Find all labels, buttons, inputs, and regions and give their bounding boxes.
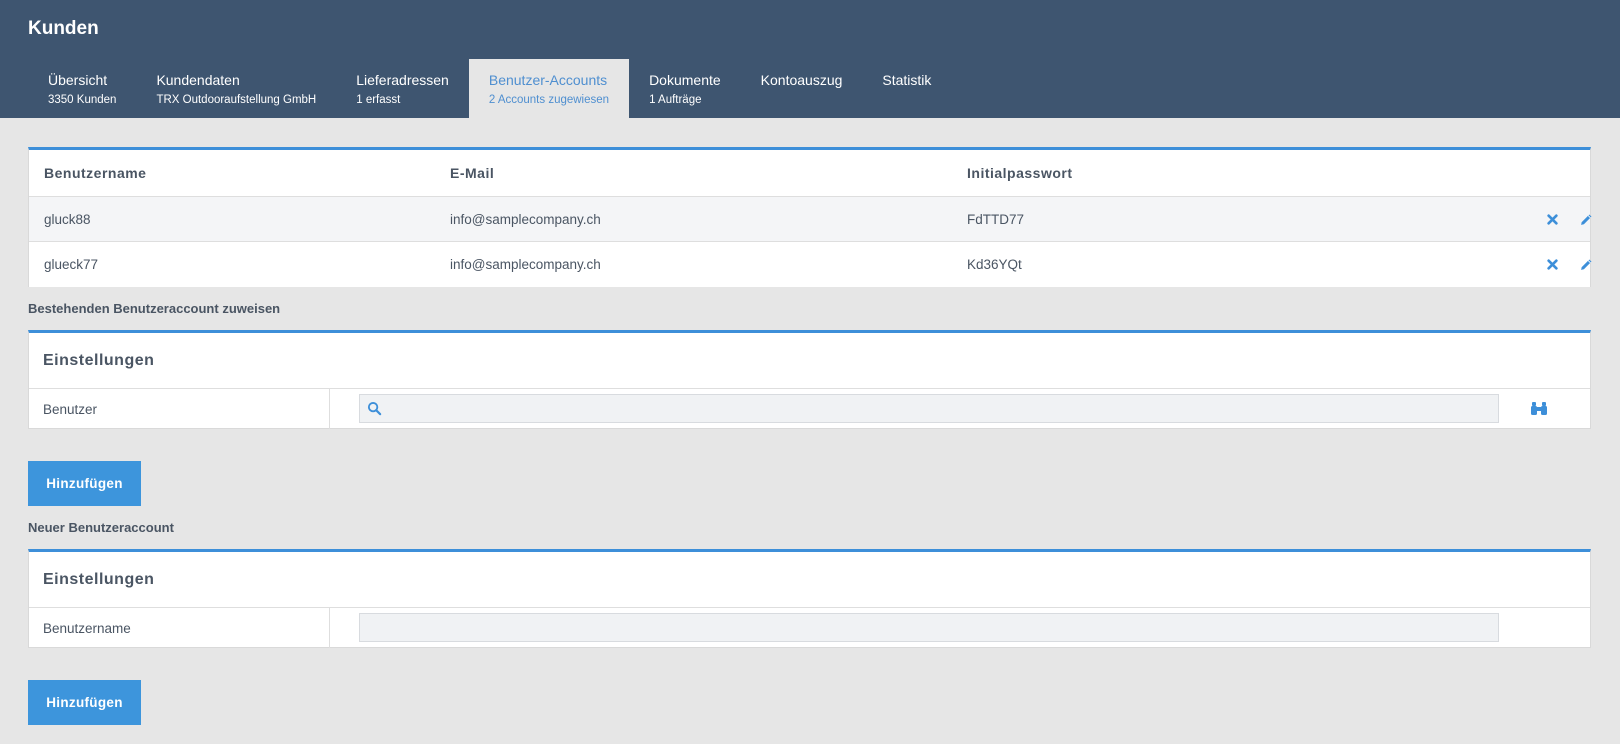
tab-label: Dokumente bbox=[649, 72, 721, 88]
binoculars-icon[interactable] bbox=[1530, 399, 1550, 419]
panel-title: Einstellungen bbox=[29, 333, 1590, 389]
tab-sublabel: TRX Outdooraufstellung GmbH bbox=[156, 94, 317, 106]
tab-label: Statistik bbox=[882, 72, 932, 88]
table-row[interactable]: gluck88 info@samplecompany.ch FdTTD77 bbox=[29, 197, 1591, 242]
page-header: Kunden Übersicht 3350 Kunden Kundendaten… bbox=[0, 0, 1620, 118]
tab-sublabel: 1 Aufträge bbox=[649, 94, 702, 106]
edit-icon[interactable] bbox=[1575, 197, 1597, 241]
table-row[interactable]: glueck77 info@samplecompany.ch Kd36YQt bbox=[29, 242, 1591, 287]
new-account-settings-panel: Einstellungen Benutzername bbox=[28, 549, 1591, 648]
cell-username: gluck88 bbox=[44, 211, 91, 227]
new-account-section-label: Neuer Benutzeraccount bbox=[28, 520, 174, 535]
assign-settings-panel: Einstellungen Benutzer bbox=[28, 330, 1591, 429]
tab-benutzer-accounts[interactable]: Benutzer-Accounts 2 Accounts zugewiesen bbox=[468, 59, 630, 118]
page-title: Kunden bbox=[28, 18, 99, 39]
benutzername-label: Benutzername bbox=[43, 620, 131, 636]
delete-icon[interactable] bbox=[1541, 242, 1563, 287]
tab-bar: Übersicht 3350 Kunden Kundendaten TRX Ou… bbox=[28, 59, 951, 118]
add-existing-account-button[interactable]: Hinzufügen bbox=[28, 461, 141, 506]
tab-label: Benutzer-Accounts bbox=[488, 72, 608, 88]
form-row-benutzer: Benutzer bbox=[29, 389, 1590, 429]
form-row-benutzername: Benutzername bbox=[29, 608, 1590, 648]
column-header-password[interactable]: Initialpasswort bbox=[967, 150, 1073, 196]
table-header-row: Benutzername E-Mail Initialpasswort bbox=[29, 150, 1590, 197]
cell-email: info@samplecompany.ch bbox=[450, 257, 601, 272]
assign-section-label: Bestehenden Benutzeraccount zuweisen bbox=[28, 301, 281, 316]
tab-dokumente[interactable]: Dokumente 1 Aufträge bbox=[629, 59, 741, 118]
tab-kontoauszug[interactable]: Kontoauszug bbox=[741, 59, 863, 118]
tab-label: Lieferadressen bbox=[356, 72, 449, 88]
tab-label: Übersicht bbox=[48, 72, 108, 88]
cell-password: Kd36YQt bbox=[967, 257, 1022, 272]
tab-statistik[interactable]: Statistik bbox=[862, 59, 951, 118]
tab-sublabel: 1 erfasst bbox=[356, 94, 401, 106]
benutzername-input[interactable] bbox=[359, 613, 1499, 642]
tab-lieferadressen[interactable]: Lieferadressen 1 erfasst bbox=[336, 59, 469, 118]
divider bbox=[329, 389, 330, 429]
accounts-table: Benutzername E-Mail Initialpasswort gluc… bbox=[28, 147, 1591, 287]
tab-sublabel: 3350 Kunden bbox=[48, 94, 117, 106]
column-header-username[interactable]: Benutzername bbox=[44, 150, 146, 196]
divider bbox=[329, 608, 330, 648]
delete-icon[interactable] bbox=[1541, 197, 1563, 241]
cell-email: info@samplecompany.ch bbox=[450, 211, 601, 227]
add-new-account-button[interactable]: Hinzufügen bbox=[28, 680, 141, 725]
search-icon bbox=[367, 401, 383, 417]
panel-title: Einstellungen bbox=[29, 552, 1590, 608]
column-header-email[interactable]: E-Mail bbox=[450, 150, 494, 196]
tab-label: Kontoauszug bbox=[760, 72, 843, 88]
tab-kundendaten[interactable]: Kundendaten TRX Outdooraufstellung GmbH bbox=[136, 59, 336, 118]
cell-password: FdTTD77 bbox=[967, 211, 1025, 227]
benutzer-search-input[interactable] bbox=[359, 394, 1499, 423]
cell-username: glueck77 bbox=[44, 257, 99, 272]
edit-icon[interactable] bbox=[1575, 242, 1597, 287]
benutzer-label: Benutzer bbox=[43, 401, 98, 417]
tab-label: Kundendaten bbox=[156, 72, 240, 88]
tab-uebersicht[interactable]: Übersicht 3350 Kunden bbox=[28, 59, 136, 118]
tab-sublabel: 2 Accounts zugewiesen bbox=[488, 94, 610, 106]
